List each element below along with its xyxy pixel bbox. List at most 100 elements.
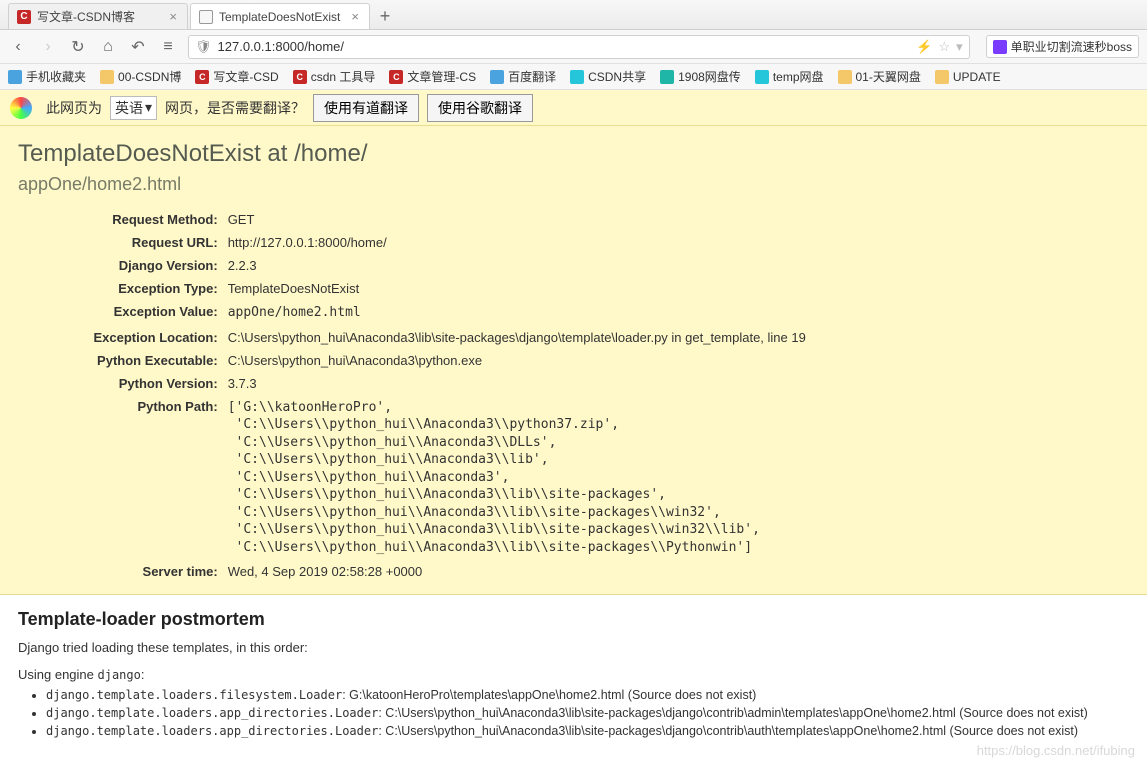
value-python-version: 3.7.3 bbox=[228, 373, 1127, 394]
template-postmortem: Template-loader postmortem Django tried … bbox=[0, 595, 1147, 756]
bookmark-1908[interactable]: 1908网盘传 bbox=[660, 68, 741, 85]
bookmark-label: 01-天翼网盘 bbox=[856, 68, 921, 85]
loader-name: django.template.loaders.app_directories.… bbox=[46, 724, 378, 738]
bookmark-folder-update[interactable]: UPDATE bbox=[935, 70, 1001, 84]
label-exception-value: Exception Value: bbox=[20, 301, 226, 325]
label-request-url: Request URL: bbox=[20, 232, 226, 253]
flash-icon[interactable]: ⚡ bbox=[916, 39, 932, 55]
value-server-time: Wed, 4 Sep 2019 02:58:28 +0000 bbox=[228, 561, 1127, 582]
address-bar[interactable]: 🛡 ⚡ ☆ ▾ bbox=[188, 35, 970, 59]
loader-path: C:\Users\python_hui\Anaconda3\lib\site-p… bbox=[385, 706, 1087, 720]
using-prefix: Using engine bbox=[18, 667, 98, 682]
value-exception-type: TemplateDoesNotExist bbox=[228, 278, 1127, 299]
cloud-icon bbox=[570, 70, 584, 84]
value-django-version: 2.2.3 bbox=[228, 255, 1127, 276]
folder-icon bbox=[100, 70, 114, 84]
extension-label: 单职业切割流速秒boss bbox=[1011, 38, 1132, 55]
postmortem-title: Template-loader postmortem bbox=[18, 609, 1129, 630]
bookmark-label: 百度翻译 bbox=[508, 68, 556, 85]
bookmark-write[interactable]: C写文章-CSD bbox=[195, 68, 278, 85]
extension-area: 单职业切割流速秒boss bbox=[980, 35, 1139, 58]
tab-bar: C 写文章-CSDN博客 × TemplateDoesNotExist × + bbox=[0, 0, 1147, 30]
label-request-method: Request Method: bbox=[20, 209, 226, 230]
postmortem-using: Using engine django: bbox=[18, 667, 1129, 682]
bookmark-label: 1908网盘传 bbox=[678, 68, 741, 85]
nav-bar: ‹ › ↻ ⌂ ↶ ≡ 🛡 ⚡ ☆ ▾ 单职业切割流速秒boss bbox=[0, 30, 1147, 64]
value-request-url: http://127.0.0.1:8000/home/ bbox=[228, 232, 1127, 253]
label-exception-type: Exception Type: bbox=[20, 278, 226, 299]
bookmark-share[interactable]: CSDN共享 bbox=[570, 68, 646, 85]
list-item: django.template.loaders.app_directories.… bbox=[46, 724, 1129, 738]
value-request-method: GET bbox=[228, 209, 1127, 230]
reload-button[interactable]: ↻ bbox=[68, 37, 88, 57]
browser-tab-csdn[interactable]: C 写文章-CSDN博客 × bbox=[8, 3, 188, 29]
close-icon[interactable]: × bbox=[167, 9, 179, 24]
list-item: django.template.loaders.filesystem.Loade… bbox=[46, 688, 1129, 702]
language-select[interactable]: 英语 ▾ bbox=[110, 96, 157, 120]
bookmark-manage[interactable]: C文章管理-CS bbox=[389, 68, 476, 85]
value-python-path: ['G:\\katoonHeroPro', 'C:\\Users\\python… bbox=[228, 396, 1127, 560]
extension-icon bbox=[993, 40, 1007, 54]
dropdown-icon[interactable]: ▾ bbox=[956, 39, 963, 55]
value-exception-value: appOne/home2.html bbox=[228, 301, 1127, 325]
bookmark-folder-01[interactable]: 01-天翼网盘 bbox=[838, 68, 921, 85]
forward-button[interactable]: › bbox=[38, 38, 58, 56]
loader-path: G:\katoonHeroPro\templates\appOne\home2.… bbox=[349, 688, 756, 702]
loader-name: django.template.loaders.app_directories.… bbox=[46, 706, 378, 720]
new-tab-button[interactable]: + bbox=[372, 3, 398, 29]
value-python-executable: C:\Users\python_hui\Anaconda3\python.exe bbox=[228, 350, 1127, 371]
language-value: 英语 bbox=[115, 98, 143, 118]
csdn-favicon-icon: C bbox=[17, 10, 31, 24]
folder-icon bbox=[935, 70, 949, 84]
error-meta-table: Request Method:GET Request URL:http://12… bbox=[18, 207, 1129, 584]
using-engine: django bbox=[98, 668, 141, 682]
browser-tab-django[interactable]: TemplateDoesNotExist × bbox=[190, 3, 370, 29]
postmortem-intro: Django tried loading these templates, in… bbox=[18, 640, 1129, 655]
error-summary: TemplateDoesNotExist at /home/ appOne/ho… bbox=[0, 126, 1147, 595]
plus-icon: + bbox=[380, 6, 391, 27]
url-input[interactable] bbox=[218, 39, 911, 54]
extension-pill[interactable]: 单职业切割流速秒boss bbox=[986, 35, 1139, 58]
star-icon[interactable]: ☆ bbox=[938, 39, 950, 55]
csdn-icon: C bbox=[293, 70, 307, 84]
label-python-executable: Python Executable: bbox=[20, 350, 226, 371]
bookmark-folder-00[interactable]: 00-CSDN博 bbox=[100, 68, 181, 85]
bookmark-label: 00-CSDN博 bbox=[118, 68, 181, 85]
translate-suffix: 网页，是否需要翻译？ bbox=[165, 98, 305, 118]
value-exception-location: C:\Users\python_hui\Anaconda3\lib\site-p… bbox=[228, 327, 1127, 348]
label-django-version: Django Version: bbox=[20, 255, 226, 276]
error-subtitle: appOne/home2.html bbox=[18, 174, 1129, 195]
translate-youdao-button[interactable]: 使用有道翻译 bbox=[313, 94, 419, 122]
label-exception-location: Exception Location: bbox=[20, 327, 226, 348]
translate-prefix: 此网页为 bbox=[46, 98, 102, 118]
bookmark-mobile[interactable]: 手机收藏夹 bbox=[8, 68, 86, 85]
bookmark-label: csdn 工具导 bbox=[311, 68, 376, 85]
loader-path: C:\Users\python_hui\Anaconda3\lib\site-p… bbox=[385, 724, 1078, 738]
csdn-icon: C bbox=[389, 70, 403, 84]
bookmark-tools[interactable]: Ccsdn 工具导 bbox=[293, 68, 376, 85]
menu-button[interactable]: ≡ bbox=[158, 38, 178, 56]
bookmark-baidu[interactable]: 百度翻译 bbox=[490, 68, 556, 85]
label-python-path: Python Path: bbox=[20, 396, 226, 560]
bookmark-bar: 手机收藏夹 00-CSDN博 C写文章-CSD Ccsdn 工具导 C文章管理-… bbox=[0, 64, 1147, 90]
loader-name: django.template.loaders.filesystem.Loade… bbox=[46, 688, 342, 702]
bookmark-label: 写文章-CSD bbox=[213, 68, 278, 85]
translate-google-button[interactable]: 使用谷歌翻译 bbox=[427, 94, 533, 122]
tab-title: 写文章-CSDN博客 bbox=[37, 8, 161, 25]
watermark: https://blog.csdn.net/ifubing bbox=[977, 743, 1135, 758]
list-item: django.template.loaders.app_directories.… bbox=[46, 706, 1129, 720]
tab-title: TemplateDoesNotExist bbox=[219, 10, 343, 24]
undo-button[interactable]: ↶ bbox=[128, 37, 148, 57]
chevron-down-icon: ▾ bbox=[145, 99, 152, 116]
back-button[interactable]: ‹ bbox=[8, 38, 28, 56]
bookmark-label: UPDATE bbox=[953, 70, 1001, 84]
label-server-time: Server time: bbox=[20, 561, 226, 582]
shield-icon: 🛡 bbox=[195, 39, 212, 55]
folder-icon bbox=[838, 70, 852, 84]
translate-bar: 此网页为 英语 ▾ 网页，是否需要翻译？ 使用有道翻译 使用谷歌翻译 bbox=[0, 90, 1147, 126]
bookmark-temp[interactable]: temp网盘 bbox=[755, 68, 824, 85]
home-button[interactable]: ⌂ bbox=[98, 38, 118, 56]
error-title: TemplateDoesNotExist at /home/ bbox=[18, 140, 1129, 168]
close-icon[interactable]: × bbox=[349, 9, 361, 24]
translate-icon bbox=[490, 70, 504, 84]
